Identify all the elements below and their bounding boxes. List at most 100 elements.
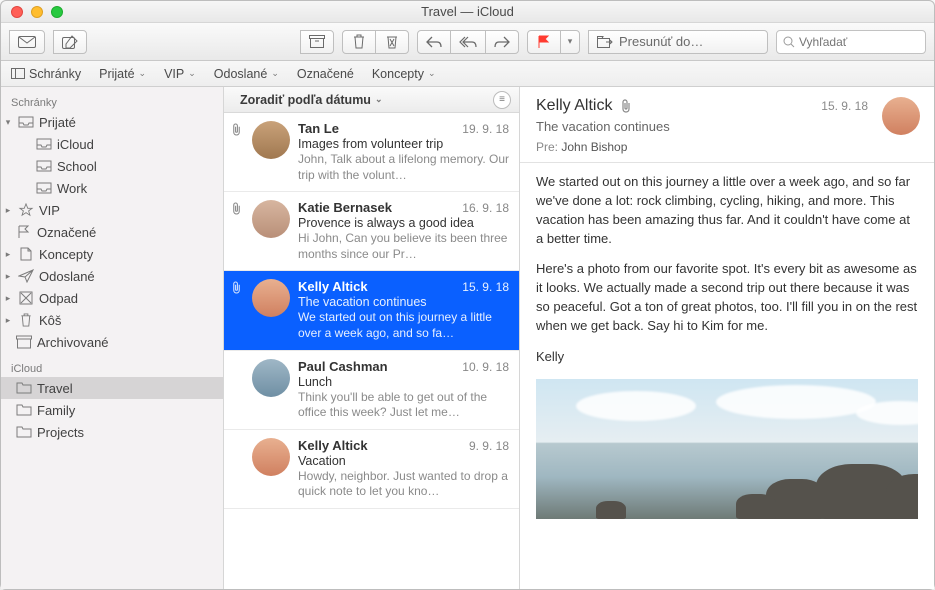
sidebar-item-work-inbox[interactable]: Work xyxy=(1,177,223,199)
sidebar-item-label: Odoslané xyxy=(39,269,95,284)
junk-icon xyxy=(385,34,399,49)
message-date: 9. 9. 18 xyxy=(469,439,509,453)
sb-section-mailboxes: Schránky xyxy=(1,93,223,111)
gutter xyxy=(228,438,244,500)
mail-window: Travel — iCloud xyxy=(0,0,935,590)
junk-icon xyxy=(17,290,35,306)
sidebar-item-label: Travel xyxy=(37,381,73,396)
message-subject: Images from volunteer trip xyxy=(298,137,509,151)
sidebar-item-label: iCloud xyxy=(57,137,94,152)
move-to-button[interactable]: Presunúť do… xyxy=(588,30,768,54)
reader-paragraph: Here's a photo from our favorite spot. I… xyxy=(536,260,918,335)
fav-drafts-label: Koncepty xyxy=(372,67,424,81)
move-to-label: Presunúť do… xyxy=(619,34,703,49)
disclosure-triangle-icon[interactable]: ▸ xyxy=(3,293,13,304)
sidebar-toggle-icon xyxy=(11,68,25,79)
disclosure-triangle-icon[interactable]: ▸ xyxy=(3,315,13,326)
forward-button[interactable] xyxy=(485,30,519,54)
message-date: 16. 9. 18 xyxy=(462,201,509,215)
inbox-icon xyxy=(35,136,53,152)
gutter xyxy=(228,200,244,262)
sidebar-item-drafts[interactable]: ▸ Koncepty xyxy=(1,243,223,265)
chevron-down-icon: ⌄ xyxy=(139,68,147,79)
fav-flagged[interactable]: Označené xyxy=(297,67,354,81)
sidebar-item-label: Prijaté xyxy=(39,115,76,130)
message-preview: Hi John, Can you believe its been three … xyxy=(298,231,509,262)
sidebar-item-label: Kôš xyxy=(39,313,61,328)
flag-menu-button[interactable]: ▾ xyxy=(560,30,580,54)
reader-attachment-image xyxy=(536,379,918,519)
sidebar-item-family[interactable]: Family xyxy=(1,399,223,421)
fav-mailboxes[interactable]: Schránky xyxy=(11,67,81,81)
folder-icon xyxy=(15,402,33,418)
message-row[interactable]: Kelly Altick9. 9. 18VacationHowdy, neigh… xyxy=(224,430,519,509)
message-row[interactable]: Kelly Altick15. 9. 18The vacation contin… xyxy=(224,271,519,350)
sidebar-item-projects[interactable]: Projects xyxy=(1,421,223,443)
sidebar-item-vip[interactable]: ▸ VIP xyxy=(1,199,223,221)
avatar xyxy=(252,200,290,238)
disclosure-triangle-icon[interactable]: ▸ xyxy=(3,205,13,216)
sidebar-item-label: Označené xyxy=(37,225,96,240)
compose-icon xyxy=(62,35,78,49)
sidebar-item-inbox[interactable]: ▾ Prijaté xyxy=(1,111,223,133)
sidebar-item-label: Archivované xyxy=(37,335,109,350)
sidebar-item-label: School xyxy=(57,159,97,174)
disclosure-triangle-icon[interactable]: ▸ xyxy=(3,271,13,282)
search-field[interactable] xyxy=(776,30,926,54)
message-row[interactable]: Katie Bernasek16. 9. 18Provence is alway… xyxy=(224,192,519,271)
reader-subject: The vacation continues xyxy=(536,119,918,134)
forward-icon xyxy=(494,36,510,48)
gutter xyxy=(228,121,244,183)
fav-flagged-label: Označené xyxy=(297,67,354,81)
fav-drafts[interactable]: Koncepty⌄ xyxy=(372,67,436,81)
fav-vip[interactable]: VIP⌄ xyxy=(164,67,196,81)
disclosure-triangle-icon[interactable]: ▸ xyxy=(3,249,13,260)
sidebar-item-junk[interactable]: ▸ Odpad xyxy=(1,287,223,309)
sidebar-item-travel[interactable]: Travel xyxy=(1,377,223,399)
sidebar-item-flagged[interactable]: Označené xyxy=(1,221,223,243)
message-from: Paul Cashman xyxy=(298,359,388,374)
inbox-icon xyxy=(17,114,35,130)
fav-vip-label: VIP xyxy=(164,67,184,81)
message-list: Zoradiť podľa dátumu ⌄ ≡ Tan Le19. 9. 18… xyxy=(224,87,520,589)
main-area: Schránky ▾ Prijaté iCloud School Work ▸ xyxy=(1,87,934,589)
junk-button[interactable] xyxy=(375,30,409,54)
chevron-down-icon: ⌄ xyxy=(375,94,383,105)
message-summary: Katie Bernasek16. 9. 18Provence is alway… xyxy=(298,200,509,262)
message-list-body: Tan Le19. 9. 18Images from volunteer tri… xyxy=(224,113,519,589)
flag-button[interactable] xyxy=(527,30,561,54)
sidebar-item-label: Work xyxy=(57,181,87,196)
sidebar-item-sent[interactable]: ▸ Odoslané xyxy=(1,265,223,287)
reply-icon xyxy=(426,36,442,48)
message-row[interactable]: Tan Le19. 9. 18Images from volunteer tri… xyxy=(224,113,519,192)
fav-sent[interactable]: Odoslané⌄ xyxy=(214,67,279,81)
reader-to-name: John Bishop xyxy=(561,140,627,154)
filter-button[interactable]: ≡ xyxy=(493,91,511,109)
archive-button[interactable] xyxy=(300,30,334,54)
message-preview: Think you'll be able to get out of the o… xyxy=(298,390,509,421)
compose-button[interactable] xyxy=(53,30,87,54)
message-from: Tan Le xyxy=(298,121,339,136)
fav-sent-label: Odoslané xyxy=(214,67,268,81)
message-preview: We started out on this journey a little … xyxy=(298,310,509,341)
fav-inbox[interactable]: Prijaté⌄ xyxy=(99,67,146,81)
search-input[interactable] xyxy=(799,35,935,49)
sidebar-item-archive[interactable]: Archivované xyxy=(1,331,223,353)
message-row[interactable]: Paul Cashman10. 9. 18LunchThink you'll b… xyxy=(224,351,519,430)
sidebar-item-trash[interactable]: ▸ Kôš xyxy=(1,309,223,331)
message-preview: Howdy, neighbor. Just wanted to drop a q… xyxy=(298,469,509,500)
message-date: 10. 9. 18 xyxy=(462,360,509,374)
reply-all-button[interactable] xyxy=(450,30,486,54)
avatar xyxy=(252,121,290,159)
gutter xyxy=(228,279,244,341)
disclosure-triangle-icon[interactable]: ▾ xyxy=(3,117,13,128)
sidebar-item-school-inbox[interactable]: School xyxy=(1,155,223,177)
delete-button[interactable] xyxy=(342,30,376,54)
sidebar-item-icloud-inbox[interactable]: iCloud xyxy=(1,133,223,155)
message-subject: The vacation continues xyxy=(298,295,509,309)
reply-button[interactable] xyxy=(417,30,451,54)
reader-date: 15. 9. 18 xyxy=(821,99,868,113)
get-mail-button[interactable] xyxy=(9,30,45,54)
sort-button[interactable]: Zoradiť podľa dátumu ⌄ xyxy=(240,93,383,107)
message-subject: Provence is always a good idea xyxy=(298,216,509,230)
